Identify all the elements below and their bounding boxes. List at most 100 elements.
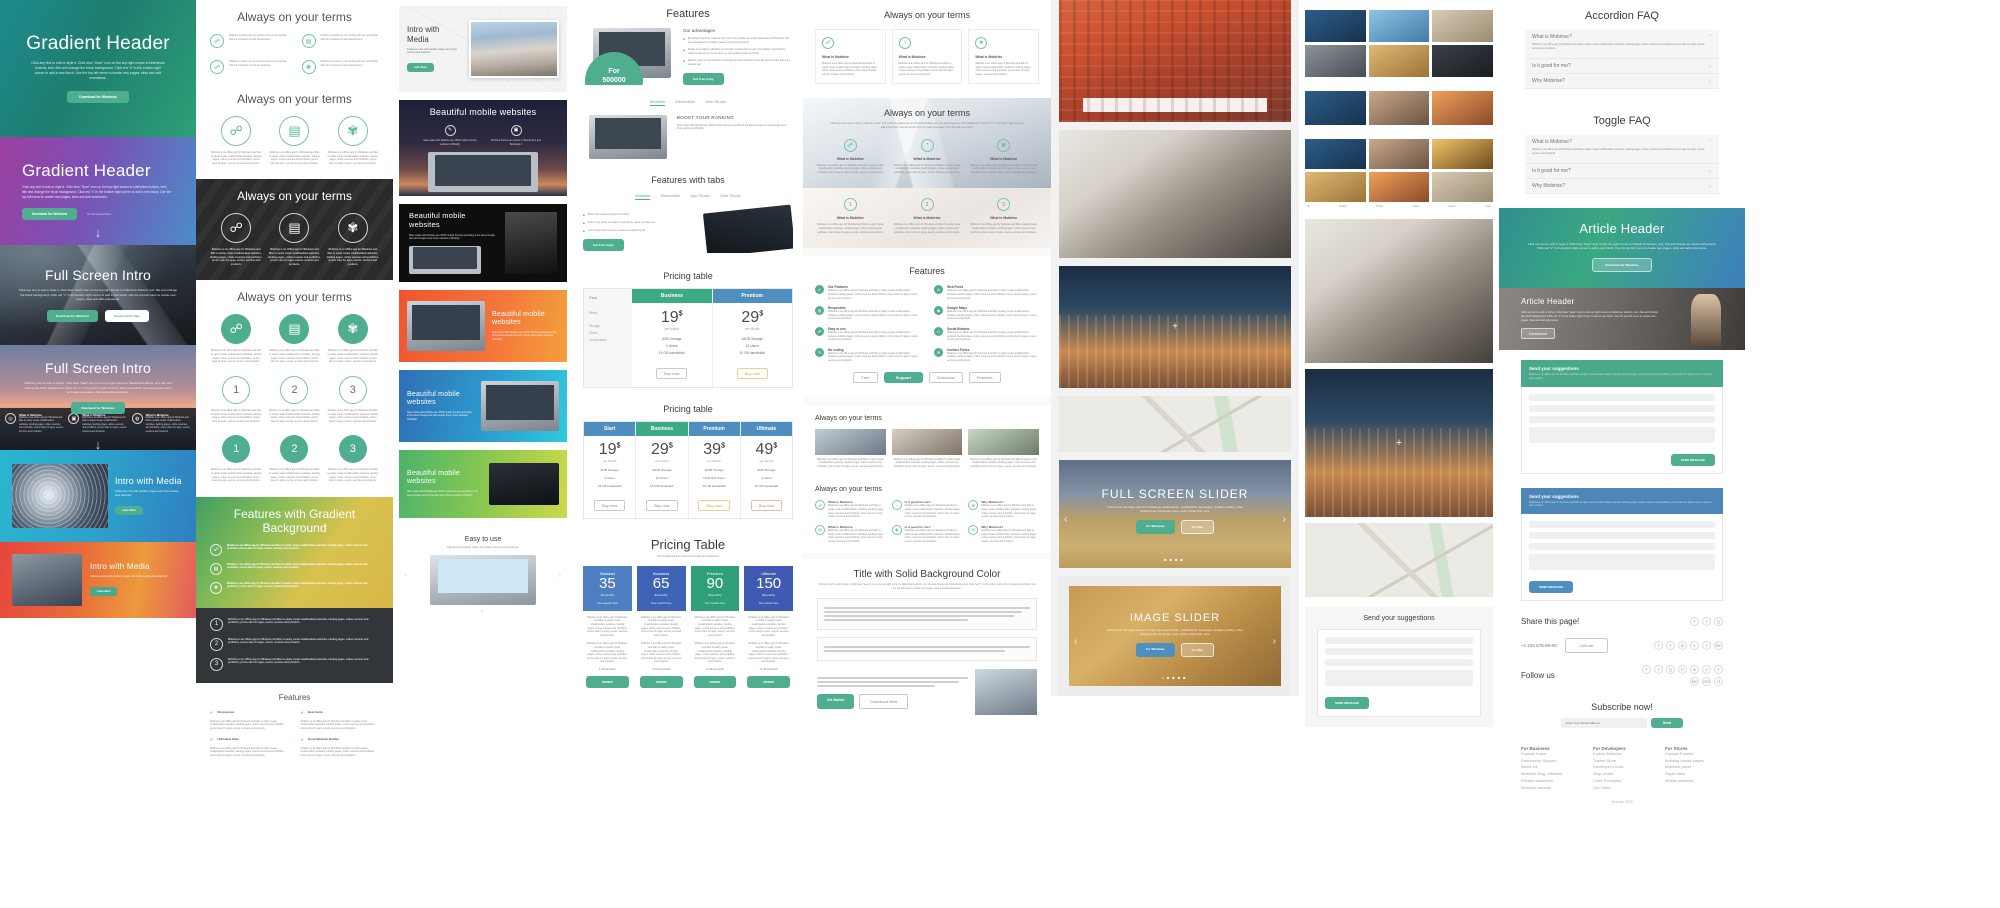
order-button[interactable]: ORDER [586,676,629,688]
faq-item[interactable]: Why Mobirise? ⌄ [1525,179,1719,194]
slider-dots[interactable]: • [411,609,554,615]
block-terms-media2[interactable]: Always on your terms ☍What is MobiriseMo… [803,478,1051,553]
gallery-tile[interactable] [1369,139,1430,169]
faq-item[interactable]: Is it good for me? ⌄ [1525,59,1719,74]
download-windows-button[interactable]: Download for Windows [22,208,77,220]
gallery-tile[interactable] [1432,139,1493,169]
email-input[interactable] [1529,405,1715,412]
block-features-with-advantages[interactable]: Features For 500000 users Our advantages… [583,0,793,85]
call-me-button[interactable]: Call me [1565,638,1609,653]
block-terms-cards[interactable]: Always on your terms ☍ What is Mobirise … [803,0,1051,98]
block-form-green[interactable]: Send your suggestions Mobirise is an off… [1499,350,1745,483]
chevron-down-icon[interactable]: ⌄ [1708,63,1712,69]
tab-bar[interactable]: Mobirise Webbuilder Web Studio [583,99,793,106]
google-icon[interactable]: g [1666,665,1675,674]
block-photo-city-large[interactable]: + [1305,369,1493,517]
learn-more-button[interactable]: Learn More [90,587,117,596]
behance-icon[interactable]: be [1714,641,1723,650]
block-features-gradient-background[interactable]: Features with Gradient Background ☍ Mobi… [196,497,393,608]
gallery-tile[interactable] [1305,10,1366,42]
block-pricing-table-two-column[interactable]: Pricing table Plan Price Storage Users C… [583,253,793,388]
block-intro-with-media-cyan[interactable]: Intro with Media Fullscreen intro with p… [0,450,196,542]
behance-icon[interactable]: be [1690,677,1699,686]
order-button[interactable]: ORDER [747,676,790,688]
block-share-this-page[interactable]: Share this page! f t g [1499,611,1745,632]
filter-food[interactable]: Food [1485,205,1490,209]
name-input[interactable] [1325,637,1473,644]
block-terms-numbered-photo[interactable]: 1 What is Mobirise Mobirise is an offlin… [803,188,1051,248]
facebook-icon[interactable]: f [1642,665,1651,674]
message-input[interactable] [1529,554,1715,570]
footer-link[interactable]: Partnership Support [1521,758,1579,765]
send-message-button[interactable]: SEND MESSAGE [1529,581,1573,593]
block-mobile-websites-black[interactable]: Beautiful mobile websites Sites made wit… [399,204,567,282]
footer-link[interactable]: About Us [1521,764,1579,771]
phone-input[interactable] [1529,543,1715,550]
footer-link[interactable]: Mobirise website [1521,785,1579,792]
block-gallery-grid-filtered[interactable] [1305,91,1493,125]
gallery-tile[interactable] [1369,45,1430,77]
get-free-copy-button[interactable]: Get Free Copy [683,73,724,85]
chevron-up-icon[interactable]: ⌃ [1708,139,1712,145]
filter-download-button[interactable]: Download [929,372,963,383]
buy-now-button[interactable]: Buy now [698,500,729,511]
for-mac-button[interactable]: For Mac [1181,643,1215,657]
learn-more-button[interactable]: Learn More [407,63,434,72]
filter-features-button[interactable]: Features [969,372,1001,383]
gallery-tile[interactable] [1432,10,1493,42]
send-message-button[interactable]: SEND MESSAGE [1325,697,1369,709]
footer-link[interactable]: Code Examples [1593,778,1651,785]
filter-photo[interactable]: Photo [1376,205,1382,209]
footer-link[interactable]: Our Team [1593,785,1651,792]
block-full-screen-intro-clouds[interactable]: Full Screen Intro Click any text to edit… [0,345,196,450]
filter-all[interactable]: All [1307,205,1310,209]
rss-icon[interactable]: rss [1702,677,1711,686]
chevron-down-icon[interactable]: ⌄ [1708,168,1712,174]
gallery-tile[interactable] [1432,91,1493,125]
dribbble-icon[interactable]: d [1714,677,1723,686]
facebook-icon[interactable]: f [1654,641,1663,650]
send-button[interactable]: Send [1651,718,1683,728]
footer-link[interactable]: Mobirise panel [1665,764,1723,771]
block-intro-with-media-network[interactable]: Intro with Media Fullscreen intro with p… [399,6,567,92]
linkedin-icon[interactable]: in [1690,665,1699,674]
block-mobile-websites-blue[interactable]: Beautiful mobile websites Sites made wit… [399,370,567,442]
tab-mobirise[interactable]: Mobirise [635,193,650,200]
block-image-slider[interactable]: IMAGE SLIDER Choose from the large selec… [1059,576,1291,696]
download-windows-button[interactable]: Download for Windows [47,310,98,322]
faq-item[interactable]: Is it good for me? ⌄ [1525,164,1719,179]
tab-webbuilder[interactable]: Webbuilder [675,99,695,106]
blogger-icon[interactable]: b [1678,665,1687,674]
footer-link[interactable]: Privacy statement [1521,778,1579,785]
get-started-button[interactable]: Get Started [817,694,854,709]
footer-link[interactable]: Contact Sales [1521,751,1579,758]
block-accordion-faq[interactable]: Accordion FAQ What is Mobirise? ⌃ Mobiri… [1499,0,1745,103]
order-button[interactable]: ORDER [694,676,737,688]
learn-more-button[interactable]: Learn More [115,506,143,515]
footer-link[interactable]: Developer's tools [1593,764,1651,771]
block-subscribe-now[interactable]: Subscribe now! Send [1499,692,1745,734]
buy-now-button[interactable]: Buy now [737,368,768,379]
footer-link[interactable]: Mobile websites [1665,778,1723,785]
block-map-large[interactable] [1305,523,1493,597]
block-title-solid-background[interactable]: Title with Solid Background Color Click … [803,559,1051,728]
footer-link[interactable]: Building blocks pages [1665,758,1723,765]
vimeo-icon[interactable]: v [1702,665,1711,674]
name-input[interactable] [1529,521,1715,528]
footer-link[interactable]: Rapid sites [1665,771,1723,778]
gallery-tile[interactable] [1369,10,1430,42]
email-input[interactable] [1325,648,1473,655]
play-icon[interactable]: + [1172,322,1178,333]
block-gradient-header-centered[interactable]: Gradient Header Click any text to edit o… [0,0,196,137]
block-gradient-header-left[interactable]: Gradient Header Click any text to edit o… [0,137,196,245]
scroll-down-icon[interactable]: ↓ [0,225,196,240]
send-message-button[interactable]: SEND MESSAGE [1671,454,1715,466]
chevron-down-icon[interactable]: ⌄ [1708,183,1712,189]
tumblr-icon[interactable]: t [1714,665,1723,674]
faq-item[interactable]: What is Mobirise? ⌃ Mobirise is an offli… [1525,30,1719,59]
gallery-tile[interactable] [1305,45,1366,77]
buy-now-button[interactable]: Buy now [751,500,782,511]
block-photo-concrete[interactable] [1059,130,1291,258]
name-input[interactable] [1529,394,1715,401]
faq-item[interactable]: Why Mobirise? ⌄ [1525,74,1719,89]
